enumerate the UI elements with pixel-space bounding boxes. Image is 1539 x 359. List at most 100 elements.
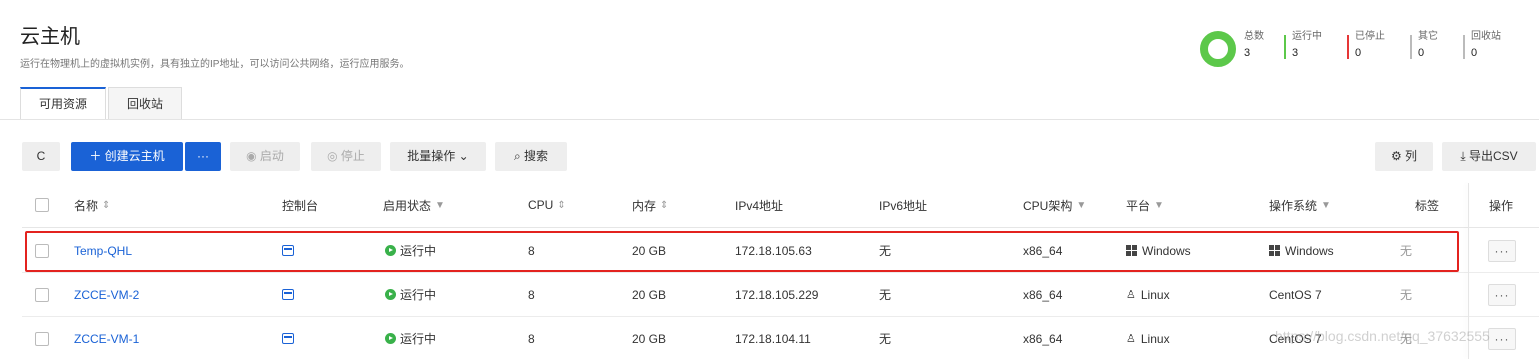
refresh-button[interactable]: C <box>22 142 60 171</box>
console-icon[interactable] <box>282 333 294 344</box>
sort-icon[interactable]: ⇕ <box>102 200 110 211</box>
running-icon <box>385 333 396 344</box>
tab-recycle-bin[interactable]: 回收站 <box>108 87 183 120</box>
filter-icon[interactable]: ▼ <box>1321 200 1331 211</box>
header-name-label: 名称 <box>74 198 99 213</box>
row-more-button[interactable]: ··· <box>1488 327 1516 350</box>
batch-actions-dropdown[interactable]: 批量操作 ⌄ <box>390 142 486 171</box>
watermark: https://blog.csdn.net/qq_37632555 <box>1275 328 1490 344</box>
select-all-checkbox[interactable] <box>35 198 49 212</box>
stop-button[interactable]: ◎ 停止 <box>311 142 381 171</box>
stat-running-label: 运行中 <box>1292 31 1322 42</box>
stat-total: 总数 3 <box>1244 30 1264 60</box>
os-text: Windows <box>1285 243 1334 258</box>
header-arch[interactable]: CPU架构 ▼ <box>1023 183 1086 227</box>
row-more-button[interactable]: ··· <box>1488 239 1516 262</box>
row-checkbox[interactable] <box>35 243 49 258</box>
table-header: 名称 ⇕ 控制台 启用状态 ▼ CPU ⇕ 内存 ⇕ IPv4地址 IPv6地址 CPU… <box>22 183 1539 228</box>
instance-name-link[interactable]: ZCCE-VM-1 <box>74 317 139 359</box>
stat-total-value: 3 <box>1244 47 1251 59</box>
memory-cell: 20 GB <box>632 243 667 258</box>
filter-icon[interactable]: ▼ <box>1154 200 1164 211</box>
header-ipv4: IPv4地址 <box>735 198 784 213</box>
platform-text: Windows <box>1142 243 1191 258</box>
create-instance-button[interactable]: ＋ 创建云主机 <box>71 142 183 171</box>
platform-cell: ♙ Linux <box>1126 317 1170 359</box>
header-cpu-label: CPU <box>528 198 554 212</box>
stat-other-value: 0 <box>1418 47 1425 59</box>
tags-cell: 无 <box>1400 288 1413 302</box>
stat-recycle-label: 回收站 <box>1471 31 1501 42</box>
platform-cell: Windows <box>1126 229 1191 272</box>
resource-tabs: 可用资源 回收站 <box>20 87 184 120</box>
page-subtitle: 运行在物理机上的虚拟机实例，具有独立的IP地址，可以访问公共网络，运行应用服务。 <box>20 59 410 70</box>
memory-cell: 20 GB <box>632 331 667 346</box>
create-more-button[interactable]: ··· <box>185 142 221 171</box>
instance-stats: 总数 3 运行中 3 已停止 0 其它 0 回收站 0 <box>1200 30 1526 67</box>
arch-cell: x86_64 <box>1023 243 1063 258</box>
header-cpu[interactable]: CPU ⇕ <box>528 183 566 227</box>
instance-name-link[interactable]: Temp-QHL <box>74 229 132 272</box>
stat-other: 其它 0 <box>1410 30 1438 60</box>
header-memory[interactable]: 内存 ⇕ <box>632 183 668 227</box>
search-button[interactable]: ⌕ 搜索 <box>495 142 567 171</box>
row-checkbox-cell <box>35 273 49 316</box>
status-text: 运行中 <box>400 288 437 302</box>
header-status[interactable]: 启用状态 ▼ <box>383 183 445 227</box>
row-more-button[interactable]: ··· <box>1488 283 1516 306</box>
stat-stopped: 已停止 0 <box>1347 30 1385 60</box>
start-button[interactable]: ◉ 启动 <box>230 142 300 171</box>
platform-text: Linux <box>1140 331 1170 346</box>
console-icon[interactable] <box>282 245 294 256</box>
table-row[interactable]: ZCCE-VM-2 运行中 8 20 GB 172.18.105.229 无 x… <box>22 273 1539 317</box>
arch-cell: x86_64 <box>1023 331 1063 346</box>
columns-button[interactable]: ⚙ 列 <box>1375 142 1433 171</box>
console-icon[interactable] <box>282 289 294 300</box>
ipv4-cell: 172.18.104.11 <box>735 331 811 346</box>
status-ring-chart <box>1200 31 1236 67</box>
windows-icon <box>1269 245 1280 256</box>
row-checkbox[interactable] <box>35 287 49 302</box>
select-all-cell <box>35 183 49 227</box>
ipv6-cell: 无 <box>879 244 892 258</box>
stat-stopped-label: 已停止 <box>1355 31 1385 42</box>
filter-icon[interactable]: ▼ <box>435 200 445 211</box>
running-icon <box>385 245 396 256</box>
header-platform[interactable]: 平台 ▼ <box>1126 183 1164 227</box>
header-memory-label: 内存 <box>632 198 657 213</box>
actions-cell: ··· <box>1488 273 1516 316</box>
header-platform-label: 平台 <box>1126 198 1151 213</box>
cpu-cell: 8 <box>528 287 535 302</box>
status-cell: 运行中 <box>385 229 436 272</box>
ipv4-cell: 172.18.105.229 <box>735 287 819 302</box>
stat-recycle: 回收站 0 <box>1463 30 1501 60</box>
stat-running-value: 3 <box>1292 47 1299 59</box>
header-os[interactable]: 操作系统 ▼ <box>1269 183 1331 227</box>
row-checkbox-cell <box>35 317 49 359</box>
stat-recycle-value: 0 <box>1471 47 1478 59</box>
cpu-cell: 8 <box>528 331 535 346</box>
stat-other-label: 其它 <box>1418 31 1438 42</box>
header-name[interactable]: 名称 ⇕ <box>74 183 110 227</box>
export-csv-button[interactable]: ⤓ 导出CSV <box>1442 142 1536 171</box>
os-cell: Windows <box>1269 229 1334 272</box>
tab-available[interactable]: 可用资源 <box>20 87 107 120</box>
os-cell: CentOS 7 <box>1269 287 1322 302</box>
tags-cell: 无 <box>1400 244 1413 258</box>
platform-cell: ♙ Linux <box>1126 273 1170 316</box>
status-text: 运行中 <box>400 332 437 346</box>
console-cell <box>282 229 294 272</box>
sort-icon[interactable]: ⇕ <box>557 200 565 211</box>
sort-icon[interactable]: ⇕ <box>660 200 668 211</box>
table-row[interactable]: Temp-QHL 运行中 8 20 GB 172.18.105.63 无 x86… <box>22 229 1539 273</box>
instance-name-link[interactable]: ZCCE-VM-2 <box>74 273 139 316</box>
filter-icon[interactable]: ▼ <box>1076 200 1086 211</box>
tab-divider <box>0 119 1539 120</box>
header-ipv6: IPv6地址 <box>879 198 928 213</box>
running-icon <box>385 289 396 300</box>
row-checkbox-cell <box>35 229 49 272</box>
status-cell: 运行中 <box>385 317 436 359</box>
header-status-label: 启用状态 <box>383 198 432 213</box>
row-checkbox[interactable] <box>35 331 49 346</box>
arch-cell: x86_64 <box>1023 287 1063 302</box>
